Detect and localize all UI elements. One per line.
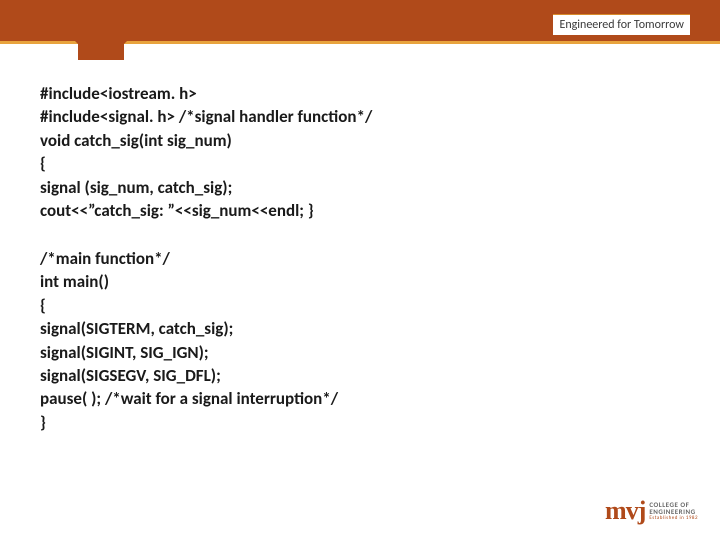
college-logo: mvj COLLEGE OF ENGINEERING Established i… [605, 496, 698, 526]
code-line: #include<iostream. h> [40, 82, 680, 105]
code-line: } [40, 411, 680, 434]
code-block-1: #include<iostream. h> #include<signal. h… [40, 82, 680, 223]
code-line: signal(SIGTERM, catch_sig); [40, 317, 680, 340]
code-line: pause( ); /*wait for a signal interrupti… [40, 387, 680, 410]
logo-mark: mvj [605, 496, 645, 526]
code-line: cout<<”catch_sig: ”<<sig_num<<endl; } [40, 199, 680, 222]
code-content: #include<iostream. h> #include<signal. h… [40, 82, 680, 434]
code-line: int main() [40, 270, 680, 293]
code-line: { [40, 294, 680, 317]
code-line: void catch_sig(int sig_num) [40, 129, 680, 152]
tagline-text: Engineered for Tomorrow [553, 14, 690, 35]
code-line: #include<signal. h> /*signal handler fun… [40, 105, 680, 128]
logo-text-block: COLLEGE OF ENGINEERING Established in 19… [649, 501, 698, 521]
code-line: /*main function*/ [40, 247, 680, 270]
header-notch-decoration [78, 32, 124, 60]
code-line: signal (sig_num, catch_sig); [40, 176, 680, 199]
code-line: signal(SIGSEGV, SIG_DFL); [40, 364, 680, 387]
logo-subtext: Established in 1982 [649, 516, 698, 521]
code-block-2: /*main function*/ int main() { signal(SI… [40, 247, 680, 435]
logo-line2: ENGINEERING [649, 508, 698, 515]
code-line: { [40, 152, 680, 175]
code-line: signal(SIGINT, SIG_IGN); [40, 341, 680, 364]
